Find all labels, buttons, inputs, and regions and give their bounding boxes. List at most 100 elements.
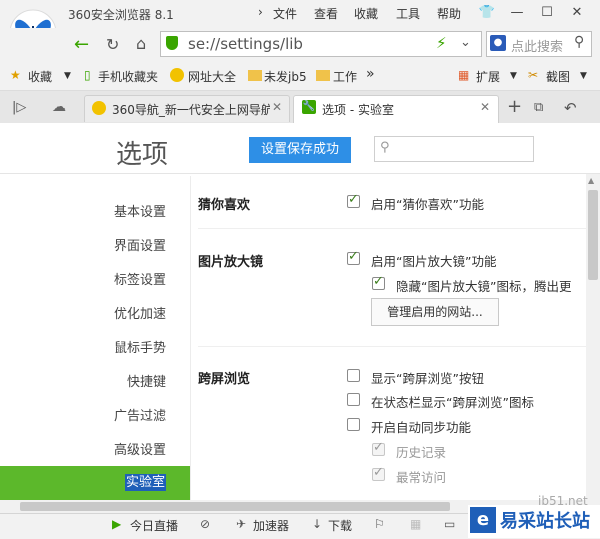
crossscreen-icon[interactable]: ▦: [410, 517, 421, 531]
extensions-dropdown-icon[interactable]: ▼: [510, 71, 517, 81]
menu-tools[interactable]: 工具: [396, 5, 420, 22]
wrench-icon: 🔧: [302, 100, 316, 114]
sync-history-label[interactable]: 历史记录: [396, 442, 446, 461]
screenshot-dropdown-icon[interactable]: ▼: [580, 71, 587, 81]
sidebar-item-lab-label: 实验室: [124, 474, 166, 491]
lightning-icon[interactable]: ⚡: [436, 34, 447, 52]
menu-help[interactable]: 帮助: [437, 5, 461, 22]
options-search-input[interactable]: [374, 136, 534, 162]
bookmark-mobile[interactable]: 手机收藏夹: [98, 68, 158, 85]
star-icon: ★: [10, 68, 21, 82]
vertical-scroll-thumb[interactable]: [588, 190, 598, 280]
app-title: 360安全浏览器 8.1: [68, 8, 174, 22]
chevron-down-icon[interactable]: ⌄: [460, 35, 471, 50]
minimize-button[interactable]: —: [506, 3, 528, 23]
maximize-button[interactable]: ☐: [536, 3, 558, 23]
favorites-button[interactable]: 收藏: [28, 68, 52, 85]
flag-icon[interactable]: ⚐: [374, 517, 385, 531]
tab-list-icon[interactable]: ⧉: [534, 100, 543, 115]
download-button[interactable]: 下载: [328, 517, 352, 534]
scissors-icon: ✂: [528, 68, 539, 82]
tab-options-label[interactable]: 选项 - 实验室: [322, 101, 394, 118]
guess-enable-label[interactable]: 启用“猜你喜欢”功能: [371, 194, 484, 213]
magnifier-hide-icon-checkbox[interactable]: [372, 274, 385, 290]
crossscreen-statusbar-checkbox[interactable]: [347, 393, 360, 406]
horizontal-scroll-thumb[interactable]: [20, 502, 450, 511]
sidebar-divider: [190, 176, 191, 506]
screenshot-button[interactable]: 截图: [546, 68, 570, 85]
accelerator-button[interactable]: 加速器: [253, 517, 289, 534]
saved-status-button[interactable]: 设置保存成功: [249, 137, 351, 163]
download-arrow-icon: ↓: [312, 517, 323, 531]
folder-icon: [316, 70, 330, 81]
menu-arrow-icon: ›: [258, 5, 263, 19]
skin-shirt-icon[interactable]: 👕: [476, 3, 498, 23]
new-tab-icon[interactable]: +: [507, 96, 522, 117]
sidebar-item-gestures[interactable]: 鼠标手势: [0, 334, 190, 364]
divider: [0, 173, 600, 174]
sync-mostvisited-checkbox[interactable]: [372, 465, 385, 481]
crossscreen-autosync-checkbox[interactable]: [347, 418, 360, 431]
undo-close-icon[interactable]: ↶: [564, 99, 577, 117]
menu-favorites[interactable]: 收藏: [354, 5, 378, 22]
extensions-button[interactable]: 扩展: [476, 68, 500, 85]
menu-file[interactable]: 文件: [273, 5, 297, 22]
section-title-magnifier: 图片放大镜: [198, 255, 264, 270]
sidebar-item-shortcuts[interactable]: 快捷键: [0, 368, 190, 398]
sync-history-checkbox[interactable]: [372, 440, 385, 456]
bookmark-folder-jb5[interactable]: 未发jb5: [264, 68, 307, 85]
magnifier-enable-label[interactable]: 启用“图片放大镜”功能: [371, 251, 496, 270]
leaf-icon[interactable]: ⊘: [200, 517, 210, 531]
magnifier-enable-checkbox[interactable]: [347, 249, 360, 265]
tab-close-icon[interactable]: ✕: [480, 100, 490, 114]
sidebar-item-lab[interactable]: 实验室: [0, 466, 190, 500]
section-title-guess: 猜你喜欢: [198, 198, 251, 213]
back-arrow-icon[interactable]: ←: [74, 34, 89, 55]
extensions-icon: ▦: [458, 68, 470, 82]
tab-nav-label[interactable]: 360导航_新一代安全上网导航: [112, 101, 270, 118]
divider: [198, 228, 586, 229]
scroll-up-icon[interactable]: ▲: [588, 176, 594, 185]
shield-icon: [166, 36, 178, 50]
live-button[interactable]: 今日直播: [130, 517, 178, 534]
bookmark-sites[interactable]: 网址大全: [188, 68, 236, 85]
crossscreen-show-button-label[interactable]: 显示“跨屏浏览”按钮: [371, 368, 484, 387]
phone-icon: ▯: [84, 68, 91, 82]
sidebar-item-advanced[interactable]: 高级设置: [0, 436, 190, 466]
divider: [198, 346, 586, 347]
guess-enable-checkbox[interactable]: [347, 192, 360, 208]
sidebar-item-basic[interactable]: 基本设置: [0, 198, 190, 228]
magnifier-hide-icon-label[interactable]: 隐藏“图片放大镜”图标，腾出更: [396, 276, 590, 295]
baidu-paw-icon[interactable]: ●: [490, 35, 506, 51]
section-title-crossscreen: 跨屏浏览: [198, 372, 251, 387]
crossscreen-statusbar-label[interactable]: 在状态栏显示“跨屏浏览”图标: [371, 392, 534, 411]
bookmark-folder-work[interactable]: 工作: [333, 68, 357, 85]
close-button[interactable]: ✕: [566, 3, 588, 23]
address-url[interactable]: se://settings/lib: [188, 35, 303, 53]
home-icon[interactable]: ⌂: [136, 34, 146, 53]
refresh-icon[interactable]: ↻: [106, 35, 119, 54]
window-icon[interactable]: ▭: [444, 517, 455, 531]
crossscreen-show-button-checkbox[interactable]: [347, 369, 360, 382]
watermark-text: 易采站长站: [500, 511, 590, 532]
sidebar-item-optimize[interactable]: 优化加速: [0, 300, 190, 330]
sidebar-item-tabs[interactable]: 标签设置: [0, 266, 190, 296]
tab-nav-favicon: [92, 101, 106, 115]
play-circle-icon: ▶: [112, 517, 122, 531]
manage-sites-button[interactable]: 管理启用的网站...: [371, 298, 499, 326]
cloud-icon[interactable]: ☁: [52, 99, 66, 115]
watermark-logo-icon: e: [470, 507, 496, 533]
menu-view[interactable]: 查看: [314, 5, 338, 22]
page-title: 选项: [116, 140, 169, 170]
sync-mostvisited-label[interactable]: 最常访问: [396, 467, 446, 486]
crossscreen-autosync-label[interactable]: 开启自动同步功能: [371, 417, 471, 436]
sidebar-item-adblock[interactable]: 广告过滤: [0, 402, 190, 432]
more-bookmarks-icon[interactable]: »: [366, 66, 375, 82]
sidebar-item-interface[interactable]: 界面设置: [0, 232, 190, 262]
tab-close-icon[interactable]: ✕: [272, 100, 282, 114]
search-icon[interactable]: ⚲: [574, 34, 584, 50]
nav-site-icon: [170, 68, 184, 82]
favorites-dropdown-icon[interactable]: ▼: [64, 71, 71, 81]
folder-icon: [248, 70, 262, 81]
sidebar-toggle-icon[interactable]: |▷: [12, 100, 26, 115]
